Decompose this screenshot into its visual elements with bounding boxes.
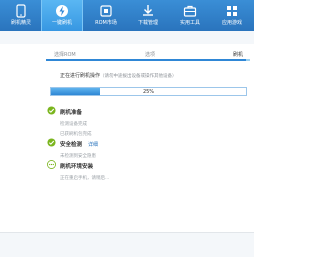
bottom-bar	[0, 232, 254, 257]
tab-one-key-flash[interactable]: 一键刷机	[41, 0, 83, 31]
phone-icon	[16, 4, 26, 18]
step-progress-line	[46, 59, 246, 61]
step-flash: 刷机	[233, 52, 244, 58]
tab-label: 实用工具	[179, 20, 200, 26]
task-detail: 正在重启手机，请稍后...	[60, 176, 110, 181]
status-sub-text: （请勿中途拔出设备或操作其他设备）	[100, 74, 177, 79]
download-icon	[143, 5, 153, 16]
task-security-check: 安全检测 详细 未检测到安全隐患	[47, 138, 98, 159]
rom-chip-icon	[100, 5, 112, 17]
check-circle-icon	[47, 138, 56, 147]
task-flash-prep: 刷机准备 检测设备完成 已获刷机包完成	[47, 106, 92, 137]
tab-flash-wizard[interactable]: 刷机精灵	[0, 0, 42, 31]
tab-apps-games[interactable]: 应用游戏	[211, 0, 253, 31]
tab-download-manager[interactable]: 下载管理	[127, 0, 169, 31]
task-title: 安全检测	[60, 142, 83, 148]
step-progress-tail	[246, 59, 250, 61]
task-detail: 未检测到安全隐患	[60, 154, 96, 159]
pending-dots-icon	[47, 160, 56, 169]
top-toolbar: 刷机精灵 一键刷机 ROM市场 下载管理 实用工具 应用游戏	[0, 0, 254, 31]
check-circle-icon	[47, 106, 56, 115]
tab-label: 刷机精灵	[10, 20, 31, 26]
tab-label: 下载管理	[137, 20, 158, 26]
progress-text: 25%	[142, 89, 155, 95]
task-title: 刷机环境安装	[60, 164, 94, 170]
status-main-text: 正在进行刷机操作	[60, 73, 101, 79]
step-indicator: 选择ROM 选项 刷机	[46, 45, 250, 61]
step-options: 选项	[145, 52, 156, 58]
step-select-rom: 选择ROM	[54, 52, 76, 58]
apps-icon	[227, 6, 237, 16]
task-env-install: 刷机环境安装 正在重启手机，请稍后...	[47, 160, 110, 181]
flash-progress-bar: 25%	[50, 87, 247, 96]
lightning-icon	[56, 5, 68, 17]
tab-label: 一键刷机	[51, 20, 72, 26]
tab-label: ROM市场	[95, 20, 117, 26]
task-detail: 已获刷机包完成	[60, 132, 92, 137]
sub-header	[0, 31, 254, 44]
task-title: 刷机准备	[60, 110, 83, 116]
tab-label: 应用游戏	[221, 20, 242, 26]
tab-rom-market[interactable]: ROM市场	[85, 0, 127, 31]
status-message: 正在进行刷机操作（请勿中途拔出设备或操作其他设备）	[60, 72, 177, 79]
toolbox-icon	[183, 5, 197, 17]
tab-utilities[interactable]: 实用工具	[169, 0, 211, 31]
task-detail: 检测设备完成	[60, 122, 87, 127]
security-details-link[interactable]: 详细	[88, 142, 98, 148]
